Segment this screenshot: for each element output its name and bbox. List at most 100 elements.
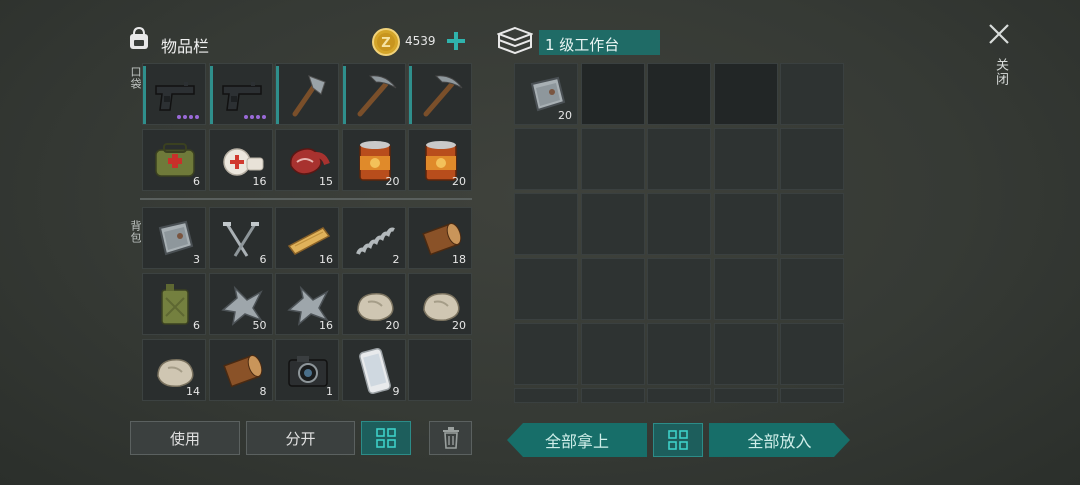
hatchet-icon bbox=[292, 75, 326, 117]
workbench-slot[interactable] bbox=[780, 128, 844, 190]
pocket-slot[interactable]: 6 bbox=[142, 129, 206, 191]
workbench-slot[interactable] bbox=[580, 128, 645, 190]
sort-workbench-button[interactable] bbox=[653, 423, 703, 457]
workbench-slot[interactable] bbox=[514, 258, 578, 320]
workbench-slot[interactable] bbox=[780, 63, 844, 125]
workbench-slot[interactable] bbox=[780, 193, 844, 255]
item-quantity: 16 bbox=[319, 253, 333, 266]
workbench-slot[interactable] bbox=[647, 388, 711, 403]
item-quantity: 20 bbox=[452, 319, 466, 332]
backpack-slot[interactable] bbox=[408, 339, 472, 401]
workbench-slot[interactable] bbox=[780, 388, 844, 403]
workbench-slot[interactable] bbox=[713, 128, 778, 190]
backpack-slot[interactable]: 2 bbox=[341, 207, 406, 269]
workbench-slot[interactable] bbox=[713, 323, 778, 385]
pocket-label: 口袋 bbox=[129, 66, 142, 90]
take-all-button[interactable]: 全部拿上 bbox=[507, 423, 647, 457]
workbench-slot[interactable] bbox=[580, 388, 645, 403]
item-quantity: 20 bbox=[385, 175, 400, 188]
backpack-slot[interactable]: 18 bbox=[408, 207, 472, 269]
backpack-slot[interactable]: 20 bbox=[408, 273, 472, 335]
pocket-slot[interactable]: 15 bbox=[275, 129, 339, 191]
put-all-button[interactable]: 全部放入 bbox=[709, 423, 850, 457]
pocket-slot[interactable]: 20 bbox=[408, 129, 472, 191]
item-quantity: 18 bbox=[452, 253, 466, 266]
pocket-slot[interactable] bbox=[341, 63, 406, 125]
pistol-icon bbox=[221, 82, 262, 111]
backpack-slot[interactable]: 1 bbox=[275, 339, 339, 401]
backpack-slot[interactable]: 8 bbox=[208, 339, 273, 401]
workbench-slot[interactable] bbox=[514, 128, 578, 190]
pocket-slot[interactable] bbox=[208, 63, 273, 125]
backpack-icon bbox=[130, 26, 148, 49]
workbench-slot[interactable] bbox=[580, 323, 645, 385]
pocket-slot[interactable] bbox=[142, 63, 206, 125]
split-button[interactable]: 分开 bbox=[246, 421, 355, 455]
pickaxe-icon bbox=[423, 75, 463, 117]
item-quantity: 6 bbox=[193, 175, 200, 188]
take-all-label: 全部拿上 bbox=[544, 432, 609, 451]
grid-sort-icon bbox=[376, 428, 396, 448]
workbench-slot[interactable] bbox=[713, 388, 778, 403]
backpack-slot[interactable]: 3 bbox=[142, 207, 206, 269]
svg-text:Z: Z bbox=[381, 36, 390, 51]
pocket-slot[interactable] bbox=[275, 63, 339, 125]
item-quantity: 9 bbox=[392, 385, 400, 398]
pocket-slot[interactable] bbox=[408, 63, 472, 125]
use-button[interactable]: 使用 bbox=[130, 421, 240, 455]
workbench-slot[interactable] bbox=[647, 193, 711, 255]
workbench-slot[interactable] bbox=[647, 323, 711, 385]
workbench-slot[interactable] bbox=[647, 63, 711, 125]
add-coins-icon[interactable] bbox=[446, 31, 466, 51]
item-quantity: 20 bbox=[558, 109, 572, 122]
coin-count: 4539 bbox=[405, 34, 436, 48]
item-quantity: 6 bbox=[259, 253, 267, 266]
item-quantity: 6 bbox=[193, 319, 200, 332]
trash-button[interactable] bbox=[429, 421, 472, 455]
close-label: 关闭 bbox=[993, 58, 1008, 86]
workbench-slot[interactable] bbox=[514, 323, 578, 385]
pickaxe-icon bbox=[357, 75, 396, 117]
workbench-slot[interactable] bbox=[713, 258, 778, 320]
item-quantity: 14 bbox=[186, 385, 200, 398]
close-button[interactable]: 关闭 bbox=[982, 18, 1016, 100]
item-quantity: 15 bbox=[319, 175, 333, 188]
coin-icon: Z bbox=[372, 28, 400, 56]
grid-sort-icon bbox=[668, 430, 688, 450]
item-quantity: 2 bbox=[392, 253, 400, 266]
workbench-slot[interactable] bbox=[580, 193, 645, 255]
backpack-slot[interactable]: 14 bbox=[142, 339, 206, 401]
backpack-slot[interactable]: 9 bbox=[341, 339, 406, 401]
backpack-slot[interactable]: 50 bbox=[208, 273, 273, 335]
pistol-icon bbox=[155, 82, 195, 111]
item-quantity: 20 bbox=[452, 175, 466, 188]
pocket-slot[interactable]: 16 bbox=[208, 129, 273, 191]
workbench-slot[interactable] bbox=[647, 128, 711, 190]
workbench-slot[interactable] bbox=[780, 323, 844, 385]
workbench-icon bbox=[497, 26, 533, 55]
backpack-slot[interactable]: 16 bbox=[275, 273, 339, 335]
workbench-slot[interactable] bbox=[514, 388, 578, 403]
workbench-slot[interactable] bbox=[514, 193, 578, 255]
workbench-slot[interactable] bbox=[647, 258, 711, 320]
workbench-slot[interactable] bbox=[580, 258, 645, 320]
pocket-slot[interactable]: 20 bbox=[341, 129, 406, 191]
backpack-slot[interactable]: 16 bbox=[275, 207, 339, 269]
item-quantity: 20 bbox=[385, 319, 400, 332]
sort-inventory-button[interactable] bbox=[361, 421, 411, 455]
close-icon bbox=[989, 24, 1009, 44]
backpack-slot[interactable]: 6 bbox=[142, 273, 206, 335]
workbench-slot[interactable] bbox=[713, 193, 778, 255]
item-quantity: 50 bbox=[252, 319, 267, 332]
backpack-slot[interactable]: 6 bbox=[208, 207, 273, 269]
workbench-slot[interactable]: 20 bbox=[514, 63, 578, 125]
rarity-dots bbox=[243, 115, 266, 119]
item-quantity: 16 bbox=[252, 175, 267, 188]
workbench-slot[interactable] bbox=[780, 258, 844, 320]
workbench-slot[interactable] bbox=[713, 63, 778, 125]
section-divider bbox=[140, 198, 472, 200]
item-quantity: 8 bbox=[259, 385, 267, 398]
workbench-slot[interactable] bbox=[580, 63, 645, 125]
item-quantity: 1 bbox=[326, 385, 333, 398]
backpack-slot[interactable]: 20 bbox=[341, 273, 406, 335]
